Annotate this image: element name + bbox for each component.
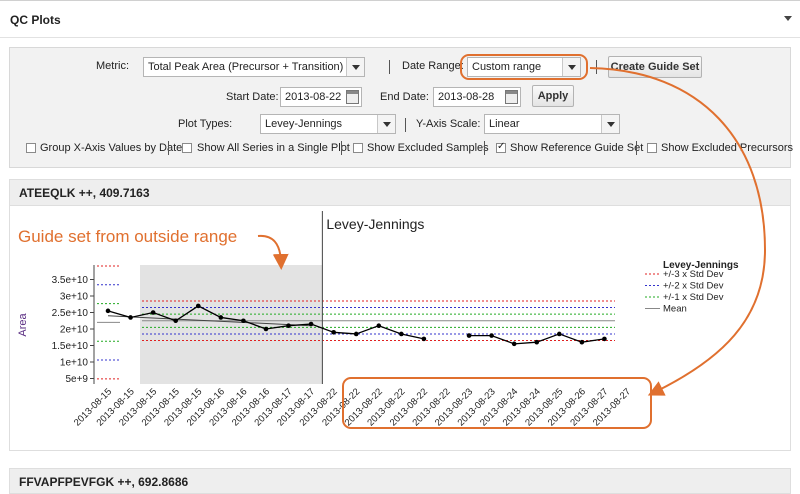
data-point [263, 326, 269, 332]
y-tick-label: 5e+9 [65, 374, 88, 385]
y-tick-label: 1.5e+10 [52, 341, 89, 352]
data-point [511, 341, 517, 347]
y-tick-label: 2.5e+10 [52, 308, 89, 319]
x-axis-highlight [342, 377, 652, 429]
date-range-highlight [460, 54, 588, 80]
data-point [557, 331, 562, 337]
data-point [150, 310, 156, 315]
data-point [602, 336, 607, 342]
chart-title: Levey-Jennings [326, 216, 424, 232]
data-point [466, 333, 472, 338]
data-point [195, 303, 201, 309]
y-tick-label: 3e+10 [60, 292, 89, 303]
legend-label: +/-3 x Std Dev [663, 269, 724, 280]
data-point [353, 331, 359, 337]
legend-label: +/-1 x Std Dev [663, 292, 724, 303]
data-point [286, 323, 291, 329]
y-tick-label: 2e+10 [60, 325, 89, 336]
data-point [105, 308, 111, 314]
legend-label: Mean [663, 304, 687, 315]
data-point [489, 333, 494, 338]
y-tick-label: 1e+10 [60, 358, 89, 369]
data-point [331, 330, 336, 335]
data-point [399, 331, 404, 337]
connector-arrow [589, 67, 767, 396]
plot-header: FFVAPFPEVFGK ++, 692.8686 [9, 468, 791, 494]
precursor-title: FFVAPFPEVFGK ++, 692.8686 [19, 475, 189, 489]
data-point [128, 315, 133, 320]
data-point [308, 321, 314, 327]
data-point [421, 336, 427, 342]
data-point [376, 323, 382, 329]
data-point [173, 318, 178, 324]
y-axis-label: Area [17, 313, 29, 337]
data-point [241, 318, 246, 324]
legend-label: +/-2 x Std Dev [663, 281, 724, 292]
data-point [534, 339, 540, 345]
y-tick-label: 3.5e+10 [52, 275, 89, 286]
data-point [218, 315, 224, 320]
annotation-arrow [257, 234, 289, 270]
data-point [579, 339, 585, 345]
annotation-text: Guide set from outside range [18, 227, 237, 246]
